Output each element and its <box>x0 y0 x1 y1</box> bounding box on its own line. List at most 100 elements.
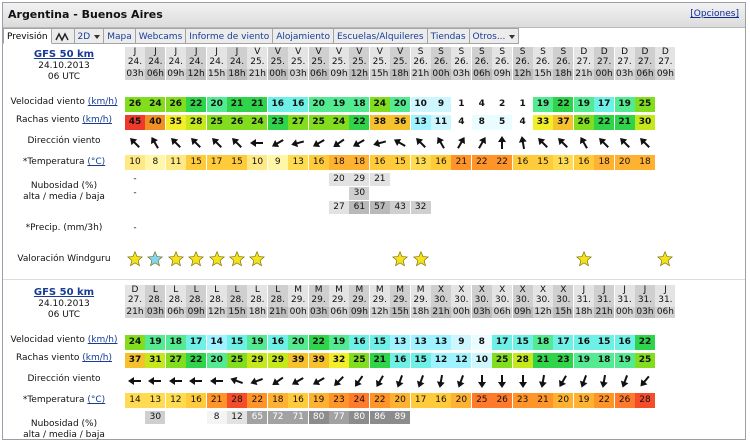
gust-cell: 26 <box>227 115 247 130</box>
wind-speed-cell: 19 <box>614 97 635 112</box>
gust-cell: 28 <box>186 115 207 130</box>
day-date: 30. <box>556 295 571 305</box>
temperature-cell: 13 <box>553 155 574 170</box>
hour-label: 15h <box>533 69 553 80</box>
wind-arrow-icon <box>309 372 329 390</box>
wind-speed-cell: 18 <box>165 335 186 350</box>
tab-graph[interactable] <box>51 28 75 44</box>
cloud-cell: 80 <box>308 411 329 424</box>
tab-label: Tiendas <box>430 31 466 42</box>
unit-link[interactable]: (km/h) <box>82 353 112 363</box>
hour-label: 21h <box>410 69 431 80</box>
gust-cell: 40 <box>145 115 166 130</box>
temperature-cell: 16 <box>369 155 390 170</box>
tab-previsi-n[interactable]: Previsión <box>3 28 52 44</box>
clouds-title: Nubosidad (%) <box>30 181 98 191</box>
wind-arrow-icon <box>349 372 369 390</box>
model-info: GFS 50 km 24.10.2013 06 UTC <box>3 49 125 83</box>
wind-speed-cell: 26 <box>125 97 145 112</box>
row-label-text: Velocidad viento <box>10 97 85 107</box>
wind-arrow-icon <box>411 372 431 390</box>
day-date: 28. <box>189 295 204 305</box>
temperature-cell: 22 <box>471 155 492 170</box>
model-link[interactable]: GFS 50 km <box>34 49 94 60</box>
unit-link[interactable]: (km/h) <box>88 97 118 107</box>
day-letter: J <box>215 47 218 57</box>
wind-arrow-icon <box>615 372 635 390</box>
tab-alojamiento[interactable]: Alojamiento <box>273 28 334 44</box>
day-date: 24. <box>189 57 204 67</box>
wind-speed-cell: 16 <box>267 97 288 112</box>
hour-label: 15h <box>206 69 227 80</box>
day-date: 29. <box>311 295 326 305</box>
day-letter: L <box>193 285 199 295</box>
wind-speed-cell: 18 <box>349 97 370 112</box>
wind-arrow-icon <box>472 372 492 390</box>
model-link[interactable]: GFS 50 km <box>34 287 94 298</box>
temperature-cell: 19 <box>308 393 329 408</box>
cloud-cell: 27 <box>329 201 349 214</box>
wind-arrow-icon <box>207 372 227 390</box>
wind-speed-cell: 22 <box>635 335 655 350</box>
gust-cell: 25 <box>492 353 513 368</box>
wind-speed-cell: 13 <box>390 335 411 350</box>
tab-2d[interactable]: 2D <box>74 28 105 44</box>
model-run: 06 UTC <box>47 310 81 320</box>
day-letter: M <box>294 285 303 295</box>
gust-cell: 32 <box>329 353 349 368</box>
day-letter: D <box>621 47 629 57</box>
day-letter: D <box>580 47 588 57</box>
cloud-cell: 12 <box>227 411 247 424</box>
hour-label: 03h <box>308 307 329 318</box>
gust-cell: 37 <box>553 115 574 130</box>
tab-label: 2D <box>77 31 91 42</box>
tab-mapa[interactable]: Mapa <box>104 28 136 44</box>
unit-link[interactable]: (°C) <box>87 395 105 405</box>
tab-informe-de-viento[interactable]: Informe de viento <box>186 28 274 44</box>
wind-speed-cell: 20 <box>206 97 227 112</box>
day-header: X 30. <box>533 285 553 307</box>
precip-cell: - <box>133 223 137 233</box>
day-letter: L <box>152 285 158 295</box>
unit-link[interactable]: (km/h) <box>88 335 118 345</box>
day-date: 27. <box>576 57 591 67</box>
day-date: 31. <box>576 295 591 305</box>
day-header: V 25. <box>349 47 370 69</box>
gust-cell: 24 <box>329 115 349 130</box>
temperature-cell: 20 <box>614 155 635 170</box>
day-header: L 28. <box>247 285 268 307</box>
hour-label: 21h <box>267 307 288 318</box>
day-letter: D <box>600 47 608 57</box>
tab-escuelas-alquileres[interactable]: Escuelas/Alquileres <box>333 28 428 44</box>
unit-link[interactable]: (km/h) <box>82 115 112 125</box>
tab-otros[interactable]: Otros... <box>469 28 520 44</box>
tab-label: Informe de viento <box>189 31 270 42</box>
day-header: S 26. <box>451 47 472 69</box>
wind-arrow-icon <box>125 134 145 152</box>
wind-speed-cell: 13 <box>431 335 451 350</box>
wind-arrow-icon <box>268 134 288 152</box>
tab-webcams[interactable]: Webcams <box>135 28 187 44</box>
temperature-cell: 16 <box>512 155 533 170</box>
day-date: 25. <box>250 57 265 67</box>
options-link[interactable]: [Opciones] <box>690 9 739 19</box>
cloud-cell: 30 <box>349 187 370 200</box>
day-date: 29. <box>393 295 408 305</box>
model-run: 06 UTC <box>47 72 81 82</box>
day-date: 28. <box>250 295 265 305</box>
unit-link[interactable]: (°C) <box>87 157 105 167</box>
cloud-cell: 26 <box>370 439 390 440</box>
hour-label: 06h <box>635 69 655 80</box>
gust-cell: 30 <box>635 115 655 130</box>
wind-arrow-icon <box>533 134 553 152</box>
day-date: 26. <box>454 57 469 67</box>
hour-label: 09h <box>186 307 207 318</box>
day-header: J 31. <box>635 285 655 307</box>
day-letter: X <box>539 285 547 295</box>
cloud-cell: 29 <box>349 173 370 186</box>
tab-tiendas[interactable]: Tiendas <box>427 28 470 44</box>
day-header: V 25. <box>369 47 390 69</box>
gust-cell: 23 <box>267 115 288 130</box>
day-header: V 25. <box>329 47 349 69</box>
temperature-cell: 21 <box>206 393 227 408</box>
